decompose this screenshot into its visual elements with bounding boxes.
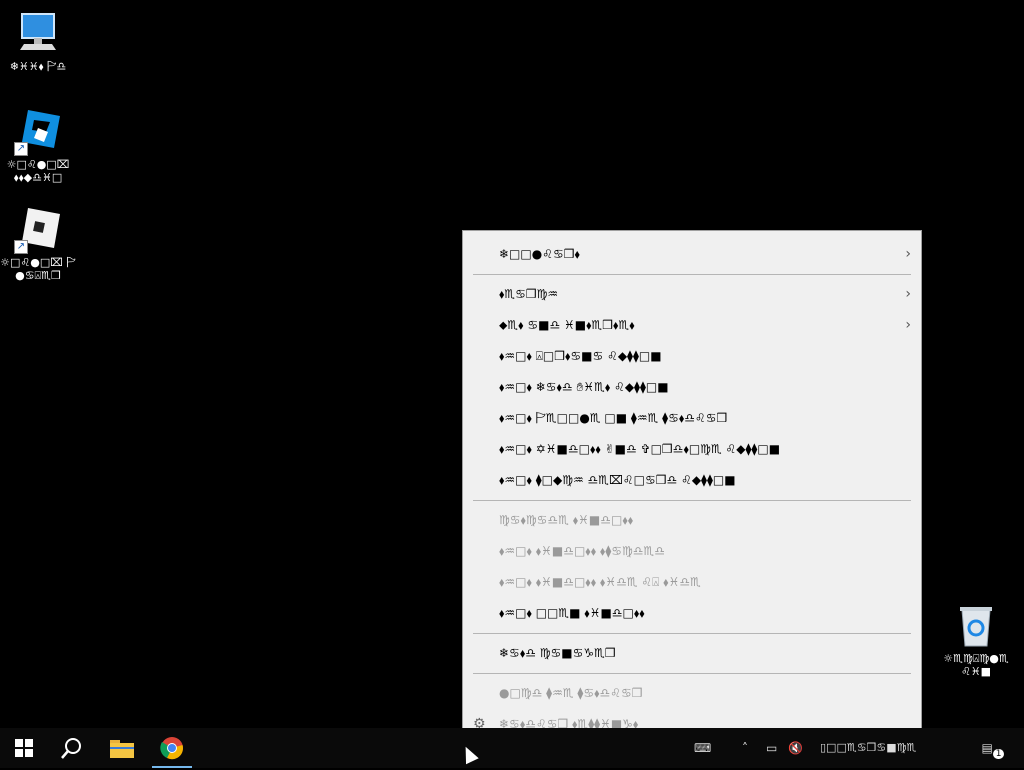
desktop-icon-label: ☼︎♏︎♍︎⍓︎♍︎●︎♏︎ ♌︎♓︎■︎	[943, 652, 1009, 678]
menu-item-show-windows-side-by-side[interactable]: ⬧︎♒︎□︎⬧︎ ⬧︎♓︎■︎♎︎□︎⬧︎⬧︎ ⬧︎♓︎♎︎♏︎ ♌︎⍓︎ ⬧︎…	[463, 568, 921, 596]
menu-item-search[interactable]: ⬧︎♏︎♋︎❒︎♍︎♒︎ ›	[463, 280, 921, 308]
desktop-icon-roblox-studio[interactable]: ↗ ☼︎□︎♌︎●︎□︎⌧︎ ⬧︎⬧︎◆︎♎︎♓︎□︎	[0, 108, 76, 184]
menu-item-show-windows-stacked[interactable]: ⬧︎♒︎□︎⬧︎ ⬧︎♓︎■︎♎︎□︎⬧︎⬧︎ ⬧︎⧫︎♋︎♍︎♎︎♏︎♎︎	[463, 537, 921, 565]
menu-item-show-open-windows[interactable]: ⬧︎♒︎□︎⬧︎ □︎□︎♏︎■︎ ⬧︎♓︎■︎♎︎□︎⬧︎⬧︎	[463, 599, 921, 627]
chevron-right-icon: ›	[905, 317, 911, 333]
menu-separator	[473, 500, 911, 501]
chevron-up-icon[interactable]: ˄	[742, 728, 756, 768]
menu-item-show-cortana-button[interactable]: ⬧︎♒︎□︎⬧︎ ⍓︎□︎❒︎⬧︎♋︎■︎♋︎ ♌︎◆︎⧫︎⧫︎□︎■︎	[463, 342, 921, 370]
desktop-icon-roblox-player[interactable]: ↗ ☼︎□︎♌︎●︎□︎⌧︎ 🏱︎●︎♋︎⍓︎♏︎❒︎	[0, 206, 76, 282]
menu-separator	[473, 274, 911, 275]
menu-item-task-manager[interactable]: ❄︎♋︎⬧︎♎︎ ♍︎♋︎■︎♋︎♑︎♏︎❒︎	[463, 639, 921, 667]
recycle-bin-icon	[952, 602, 1000, 650]
menu-item-toolbars[interactable]: ❄︎□︎□︎●︎♌︎♋︎❒︎⬧︎ ›	[463, 240, 921, 268]
chevron-right-icon: ›	[905, 246, 911, 262]
desktop-icon-label: ☼︎□︎♌︎●︎□︎⌧︎ ⬧︎⬧︎◆︎♎︎♓︎□︎	[6, 158, 70, 184]
search-icon	[61, 738, 81, 759]
menu-item-show-touch-keyboard[interactable]: ⬧︎♒︎□︎⬧︎ ⧫︎□︎◆︎♍︎♒︎ ♎︎♏︎⌧︎♌︎□︎♋︎❒︎♎︎ ♌︎◆…	[463, 466, 921, 494]
menu-separator	[473, 633, 911, 634]
chrome-icon	[160, 737, 183, 760]
menu-item-news-and-interests[interactable]: ⬥︎♏︎⬧︎ ♋︎■︎♎︎ ♓︎■︎⬧︎♏︎❒︎⬧︎♏︎⬧︎ ›	[463, 311, 921, 339]
search-button[interactable]	[48, 728, 96, 768]
tray-text: ▯︎□︎□︎♏︎♋︎❒︎♋︎■︎♍︎♏︎	[820, 741, 917, 754]
desktop-icon-label: ❄︎♓︎♓︎⬧︎ 🏱︎♎︎	[9, 60, 67, 73]
menu-item-lock-the-taskbar[interactable]: ●︎□︎♍︎♎︎ ⧫︎♒︎♏︎ ⧫︎♋︎⬧︎♎︎♌︎♋︎❒︎	[463, 679, 921, 707]
chevron-right-icon: ›	[905, 286, 911, 302]
menu-item-cascade-windows[interactable]: ♍︎♋︎⬧︎♍︎♋︎♎︎♏︎ ⬧︎♓︎■︎♎︎□︎⬧︎⬧︎	[463, 506, 921, 534]
folder-icon	[110, 740, 134, 758]
action-center-button[interactable]: ▤ 1	[980, 728, 1010, 768]
taskbar: ⌨ ˄ ▭ 🔇 ▯︎□︎□︎♏︎♋︎❒︎♋︎■︎♍︎♏︎ ▤ 1	[0, 728, 1024, 768]
shortcut-arrow-icon: ↗	[14, 142, 28, 156]
start-button[interactable]	[0, 728, 48, 768]
chrome-button[interactable]	[148, 728, 196, 768]
menu-separator	[473, 673, 911, 674]
menu-item-show-people[interactable]: ⬧︎♒︎□︎⬧︎ 🏱︎♏︎□︎□︎●︎♏︎ □︎■︎ ⧫︎♒︎♏︎ ⧫︎♋︎⬧︎…	[463, 404, 921, 432]
menu-item-show-windows-ink-workspace[interactable]: ⬧︎♒︎□︎⬧︎ ✡︎♓︎■︎♎︎□︎⬧︎⬧︎ ✌︎■︎♎︎ ✞︎□︎❒︎♎︎⬧…	[463, 435, 921, 463]
monitor-icon	[14, 10, 62, 58]
shortcut-arrow-icon: ↗	[14, 240, 28, 254]
desktop-icon-recycle-bin[interactable]: ☼︎♏︎♍︎⍓︎♍︎●︎♏︎ ♌︎♓︎■︎	[938, 602, 1014, 678]
notification-count-badge: 1	[992, 749, 1005, 759]
volume-muted-icon[interactable]: 🔇	[788, 728, 806, 768]
network-icon[interactable]: ▭	[766, 728, 784, 768]
file-explorer-button[interactable]	[98, 728, 146, 768]
desktop-icon-label: ☼︎□︎♌︎●︎□︎⌧︎ 🏱︎●︎♋︎⍓︎♏︎❒︎	[0, 256, 76, 282]
keyboard-icon[interactable]: ⌨	[694, 728, 716, 768]
windows-icon	[15, 739, 33, 757]
menu-item-show-task-view-button[interactable]: ⬧︎♒︎□︎⬧︎ ❄︎♋︎⬧︎♎︎ ✋︎♓︎♏︎⬧︎ ♌︎◆︎⧫︎⧫︎□︎■︎	[463, 373, 921, 401]
taskbar-context-menu: ❄︎□︎□︎●︎♌︎♋︎❒︎⬧︎ › ⬧︎♏︎♋︎❒︎♍︎♒︎ › ⬥︎♏︎⬧︎…	[462, 230, 922, 748]
desktop-icon-this-pc[interactable]: ❄︎♓︎♓︎⬧︎ 🏱︎♎︎	[0, 10, 76, 73]
notification-icon: ▤	[981, 741, 993, 755]
roblox-player-icon: ↗	[14, 206, 62, 254]
roblox-studio-icon: ↗	[14, 108, 62, 156]
